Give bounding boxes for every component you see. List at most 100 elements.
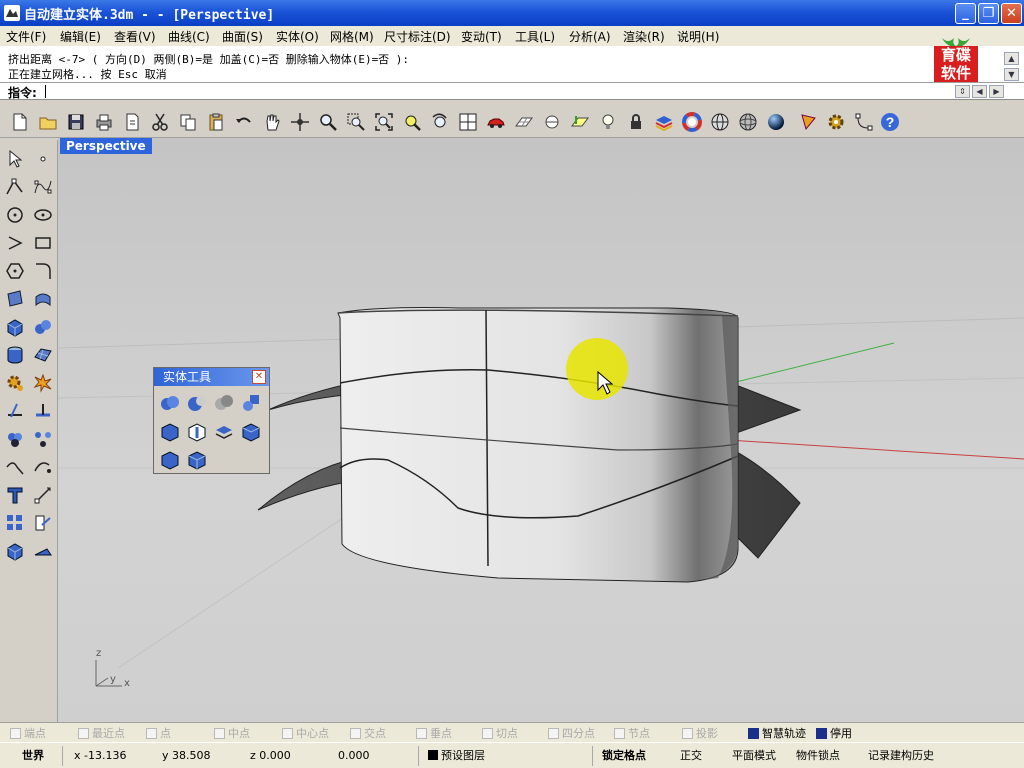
menu-view[interactable]: 查看(V) <box>114 28 156 45</box>
restore-button[interactable]: ❐ <box>978 3 999 24</box>
menu-help[interactable]: 说明(H) <box>677 28 719 45</box>
scroll-down-icon[interactable]: ▼ <box>1004 68 1019 81</box>
osnap-disable[interactable]: 停用 <box>816 726 852 740</box>
point-icon[interactable] <box>30 146 56 172</box>
menu-file[interactable]: 文件(F) <box>6 28 46 45</box>
osnap-knot[interactable]: 节点 <box>614 726 650 740</box>
record-history-toggle[interactable]: 记录建构历史 <box>868 747 934 765</box>
menu-render[interactable]: 渲染(R) <box>623 28 665 45</box>
mesh-icon[interactable] <box>30 342 56 368</box>
print-icon[interactable] <box>92 110 116 134</box>
menu-mesh[interactable]: 网格(M) <box>330 28 374 45</box>
cone-icon[interactable] <box>796 110 820 134</box>
menu-analyze[interactable]: 分析(A) <box>569 28 611 45</box>
pan-icon[interactable] <box>260 110 284 134</box>
dimension-icon[interactable] <box>30 482 56 508</box>
paste-icon[interactable] <box>204 110 228 134</box>
boolean-intersection-icon[interactable] <box>211 390 237 416</box>
boolean-union-icon[interactable] <box>157 390 183 416</box>
gear-tool-icon[interactable] <box>2 370 28 396</box>
point-edit-icon[interactable] <box>852 110 876 134</box>
trim-icon[interactable] <box>2 398 28 424</box>
color-wheel-icon[interactable] <box>680 110 704 134</box>
rhino-app-icon[interactable] <box>4 5 20 21</box>
gear-icon[interactable] <box>824 110 848 134</box>
undo-icon[interactable] <box>232 110 256 134</box>
zoom-extents-icon[interactable] <box>372 110 396 134</box>
box-icon[interactable] <box>2 314 28 340</box>
polyline-icon[interactable] <box>2 174 28 200</box>
copy-icon[interactable] <box>176 110 200 134</box>
menu-curve[interactable]: 曲线(C) <box>168 28 210 45</box>
osnap-center[interactable]: 中心点 <box>282 726 329 740</box>
menu-solid[interactable]: 实体(O) <box>276 28 319 45</box>
undo-view-icon[interactable] <box>428 110 452 134</box>
osnap-midpoint[interactable]: 中点 <box>214 726 250 740</box>
polygon-icon[interactable] <box>2 258 28 284</box>
rebuild-curve-icon[interactable] <box>30 454 56 480</box>
spheres-icon[interactable] <box>30 314 56 340</box>
shaded-sphere-icon[interactable] <box>736 110 760 134</box>
surface-extrude-icon[interactable] <box>30 286 56 312</box>
current-layer[interactable]: 预设图层 <box>428 747 485 765</box>
cylinder-icon[interactable] <box>2 342 28 368</box>
text-icon[interactable] <box>2 482 28 508</box>
grid-icon[interactable] <box>512 110 536 134</box>
lock-icon[interactable] <box>624 110 648 134</box>
osnap-intersection[interactable]: 交点 <box>350 726 386 740</box>
measure-icon[interactable] <box>30 538 56 564</box>
close-palette-button[interactable]: ✕ <box>252 370 266 384</box>
rectangle-icon[interactable] <box>30 230 56 256</box>
boolean-split-icon[interactable] <box>238 390 264 416</box>
split-icon[interactable] <box>30 398 56 424</box>
coordinate-system[interactable]: 世界 <box>22 747 44 765</box>
ungroup-icon[interactable] <box>30 426 56 452</box>
osnap-tangent[interactable]: 切点 <box>482 726 518 740</box>
ellipse-icon[interactable] <box>30 202 56 228</box>
snap-toggle[interactable]: 锁定格点 <box>602 747 646 765</box>
select-arrow-icon[interactable] <box>2 146 28 172</box>
extrude-face-icon[interactable] <box>157 418 183 444</box>
layers-icon[interactable] <box>652 110 676 134</box>
command-prompt-row[interactable]: 指令: ⇕ ◀ ▶ <box>0 82 1024 100</box>
control-point-curve-icon[interactable] <box>30 174 56 200</box>
osnap-smarttrack[interactable]: 智慧轨迹 <box>748 726 806 740</box>
planar-toggle[interactable]: 平面模式 <box>732 747 776 765</box>
explode-icon[interactable] <box>30 370 56 396</box>
menu-transform[interactable]: 变动(T) <box>461 28 502 45</box>
scroll-up-icon[interactable]: ▲ <box>1004 52 1019 65</box>
surface-corner-icon[interactable] <box>2 286 28 312</box>
import-icon[interactable] <box>120 110 144 134</box>
menu-edit[interactable]: 编辑(E) <box>60 28 101 45</box>
solid-tools-palette[interactable]: 实体工具 ✕ <box>153 367 270 474</box>
osnap-point[interactable]: 点 <box>146 726 171 740</box>
four-viewports-icon[interactable] <box>456 110 480 134</box>
wireframe-sphere-icon[interactable] <box>708 110 732 134</box>
cut-icon[interactable] <box>148 110 172 134</box>
menu-tools[interactable]: 工具(L) <box>515 28 555 45</box>
save-icon[interactable] <box>64 110 88 134</box>
array-icon[interactable] <box>2 510 28 536</box>
group-icon[interactable] <box>2 426 28 452</box>
open-icon[interactable] <box>36 110 60 134</box>
new-icon[interactable] <box>8 110 32 134</box>
menu-surface[interactable]: 曲面(S) <box>222 28 263 45</box>
minimize-button[interactable]: _ <box>955 3 976 24</box>
fillet-curve-icon[interactable] <box>30 258 56 284</box>
osnap-project[interactable]: 投影 <box>682 726 718 740</box>
help-icon[interactable]: ? <box>878 110 902 134</box>
boolean-box-icon[interactable] <box>2 538 28 564</box>
cap-holes-icon[interactable] <box>211 418 237 444</box>
command-spin-icon[interactable]: ⇕ <box>955 85 970 98</box>
circle-icon[interactable] <box>2 202 28 228</box>
solid-box-icon[interactable] <box>238 418 264 444</box>
merge-faces-icon[interactable] <box>184 446 210 472</box>
ortho-toggle[interactable]: 正交 <box>680 747 702 765</box>
rotate-view-icon[interactable] <box>288 110 312 134</box>
osnap-near[interactable]: 最近点 <box>78 726 125 740</box>
zoom-icon[interactable] <box>316 110 340 134</box>
scale-icon[interactable] <box>30 510 56 536</box>
command-prev-icon[interactable]: ◀ <box>972 85 987 98</box>
viewport-title[interactable]: Perspective <box>60 138 152 154</box>
move-face-icon[interactable] <box>184 418 210 444</box>
